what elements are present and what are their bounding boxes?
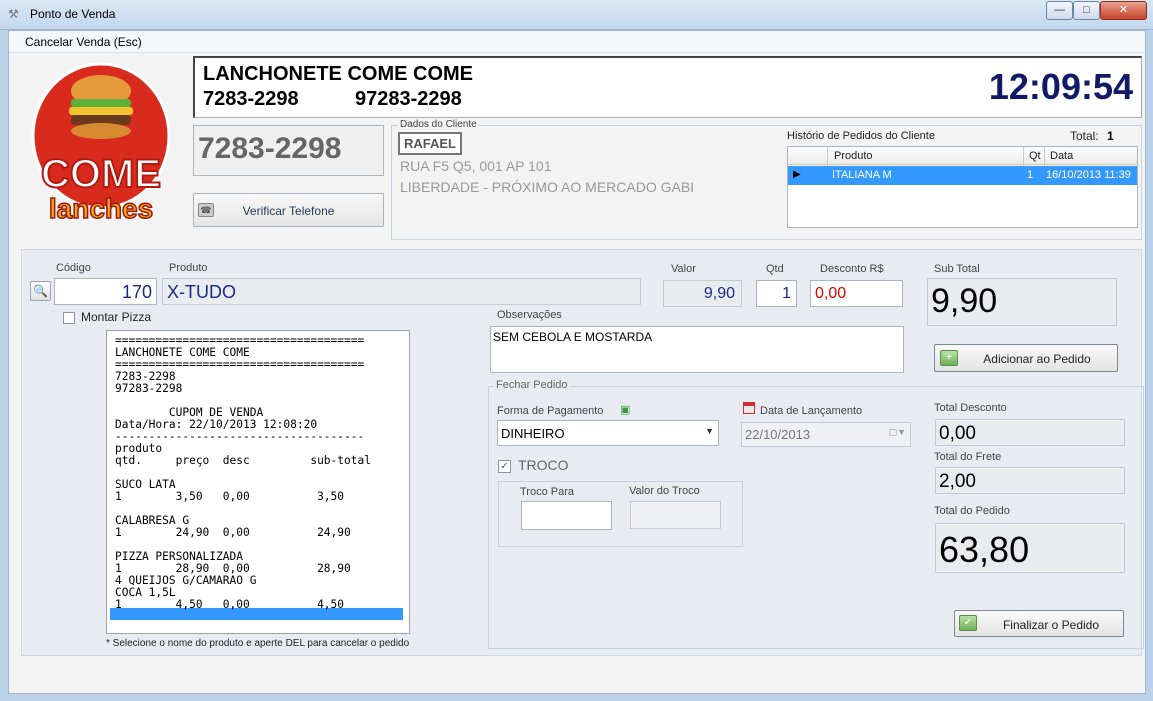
table-row[interactable]: ▶ ITALIANA M 1 16/10/2013 11:39 xyxy=(788,166,1137,185)
montar-pizza-label[interactable]: Montar Pizza xyxy=(81,310,151,324)
close-order-legend: Fechar Pedido xyxy=(494,379,570,391)
discount-label: Desconto R$ xyxy=(820,263,884,275)
receipt-line[interactable]: 97283-2298 xyxy=(115,383,405,395)
payment-value: DINHEIRO xyxy=(501,426,565,441)
add-to-order-label: Adicionar ao Pedido xyxy=(983,352,1091,366)
close-button[interactable]: ✕ xyxy=(1100,1,1147,20)
history-label: Histório de Pedidos do Cliente xyxy=(787,130,935,142)
finish-order-label: Finalizar o Pedido xyxy=(1002,618,1100,632)
client-data-legend: Dados do Cliente xyxy=(398,119,479,130)
date-picker[interactable]: 22/10/2013 ▢▼ xyxy=(741,422,911,447)
code-label: Código xyxy=(56,262,91,274)
col-product: Produto xyxy=(834,150,873,162)
history-table[interactable]: Produto Qt Data ▶ ITALIANA M 1 16/10/201… xyxy=(787,146,1138,228)
receipt-line[interactable]: qtd. preço desc sub-total xyxy=(115,455,405,467)
qty-input[interactable]: 1 xyxy=(756,280,797,307)
payment-select[interactable]: DINHEIRO ▼ xyxy=(497,420,719,446)
code-input[interactable]: 170 xyxy=(54,278,157,305)
clock: 12:09:54 xyxy=(988,66,1133,107)
total-discount-label: Total Desconto xyxy=(934,402,1007,414)
receipt-line[interactable]: 1 3,50 0,00 3,50 xyxy=(115,491,405,503)
history-total-count: 1 xyxy=(1107,129,1114,143)
troco-valor-field xyxy=(630,501,721,529)
receipt-line[interactable]: 1 24,90 0,00 24,90 xyxy=(115,527,405,539)
logo-text-come: COME xyxy=(41,152,161,196)
store-phone-1: 7283-2298 xyxy=(203,88,299,110)
phone-input[interactable]: 7283-2298 xyxy=(193,125,384,176)
window-title: Ponto de Venda xyxy=(30,7,116,21)
verify-phone-label: Verificar Telefone xyxy=(242,204,335,218)
menu-cancel-sale[interactable]: Cancelar Venda (Esc) xyxy=(25,35,142,49)
menu-bar: Cancelar Venda (Esc) xyxy=(9,31,1145,53)
receipt-preview[interactable]: ===================================== LAN… xyxy=(106,330,410,634)
history-row-product: ITALIANA M xyxy=(832,169,892,181)
obs-label: Observações xyxy=(497,309,562,321)
history-row-qty: 1 xyxy=(1027,169,1034,181)
row-pointer-icon: ▶ xyxy=(793,169,801,180)
montar-pizza-checkbox[interactable] xyxy=(63,312,75,324)
money-icon: ▣ xyxy=(620,404,631,416)
qty-label: Qtd xyxy=(766,263,784,275)
obs-textarea[interactable]: SEM CEBOLA E MOSTARDA xyxy=(490,326,904,373)
total-discount-value: 0,00 xyxy=(935,419,1125,446)
total-order-label: Total do Pedido xyxy=(934,505,1010,517)
date-label: Data de Lançamento xyxy=(760,405,863,417)
store-phone-2: 97283-2298 xyxy=(355,88,462,110)
receipt-text: ===================================== LAN… xyxy=(115,335,405,611)
finish-order-button[interactable]: ✓ Finalizar o Pedido xyxy=(954,610,1124,637)
cart-check-icon: ✓ xyxy=(959,615,977,631)
minimize-button[interactable]: — xyxy=(1046,1,1073,20)
store-name: LANCHONETE COME COME xyxy=(203,63,473,85)
verify-phone-button[interactable]: ☎ Verificar Telefone xyxy=(193,193,384,227)
chevron-down-icon: ▼ xyxy=(705,426,714,436)
search-icon[interactable]: 🔍 xyxy=(30,281,51,301)
maximize-button[interactable]: □ xyxy=(1073,1,1100,20)
col-date: Data xyxy=(1050,150,1074,162)
date-value: 22/10/2013 xyxy=(745,427,811,442)
history-total-label: Total: xyxy=(1070,129,1099,143)
client-address-line1: RUA F5 Q5, 001 AP 101 xyxy=(400,158,552,174)
total-freight-label: Total do Frete xyxy=(934,451,1002,463)
subtotal-value: 9,90 xyxy=(927,278,1117,326)
product-label: Produto xyxy=(169,262,208,274)
store-header: LANCHONETE COME COME 7283-2298 97283-229… xyxy=(193,56,1142,118)
calendar-icon xyxy=(743,402,755,414)
payment-label: Forma de Pagamento xyxy=(497,405,604,417)
product-input[interactable]: X-TUDO xyxy=(162,278,641,305)
add-to-order-button[interactable]: + Adicionar ao Pedido xyxy=(934,344,1118,372)
troco-para-input[interactable] xyxy=(521,501,612,530)
value-label: Valor xyxy=(671,263,696,275)
troco-valor-label: Valor do Troco xyxy=(629,485,700,497)
troco-checkbox[interactable]: ✓ xyxy=(498,460,511,473)
client-name: RAFAEL xyxy=(398,132,462,155)
discount-input[interactable]: 0,00 xyxy=(810,280,903,307)
cart-add-icon: + xyxy=(940,350,958,366)
subtotal-label: Sub Total xyxy=(934,263,980,275)
history-table-header: Produto Qt Data xyxy=(788,147,1137,165)
chevron-down-icon: ▢▼ xyxy=(888,427,906,437)
title-bar: ⚒ Ponto de Venda — □ ✕ xyxy=(0,0,1153,30)
app-icon: ⚒ xyxy=(8,7,19,21)
window-client-area: Cancelar Venda (Esc) COME lanches LANCHO… xyxy=(8,30,1146,694)
col-qty: Qt xyxy=(1029,150,1041,162)
logo-text-lanches: lanches xyxy=(49,193,153,221)
order-panel: Código 🔍 170 Produto X-TUDO Valor 9,90 Q… xyxy=(21,249,1144,656)
troco-para-label: Troco Para xyxy=(520,486,575,498)
value-field: 9,90 xyxy=(663,280,742,307)
troco-label[interactable]: TROCO xyxy=(518,457,569,473)
receipt-hint: * Selecione o nome do produto e aperte D… xyxy=(106,638,410,649)
come-lanches-logo: COME lanches xyxy=(31,62,171,221)
receipt-line[interactable]: 1 4,50 0,00 4,50 xyxy=(115,599,405,611)
total-order-value: 63,80 xyxy=(935,523,1125,573)
client-address-line2: LIBERDADE - PRÓXIMO AO MERCADO GABI xyxy=(400,179,695,195)
total-freight-value: 2,00 xyxy=(935,467,1125,494)
history-row-date: 16/10/2013 11:39 xyxy=(1046,169,1131,181)
